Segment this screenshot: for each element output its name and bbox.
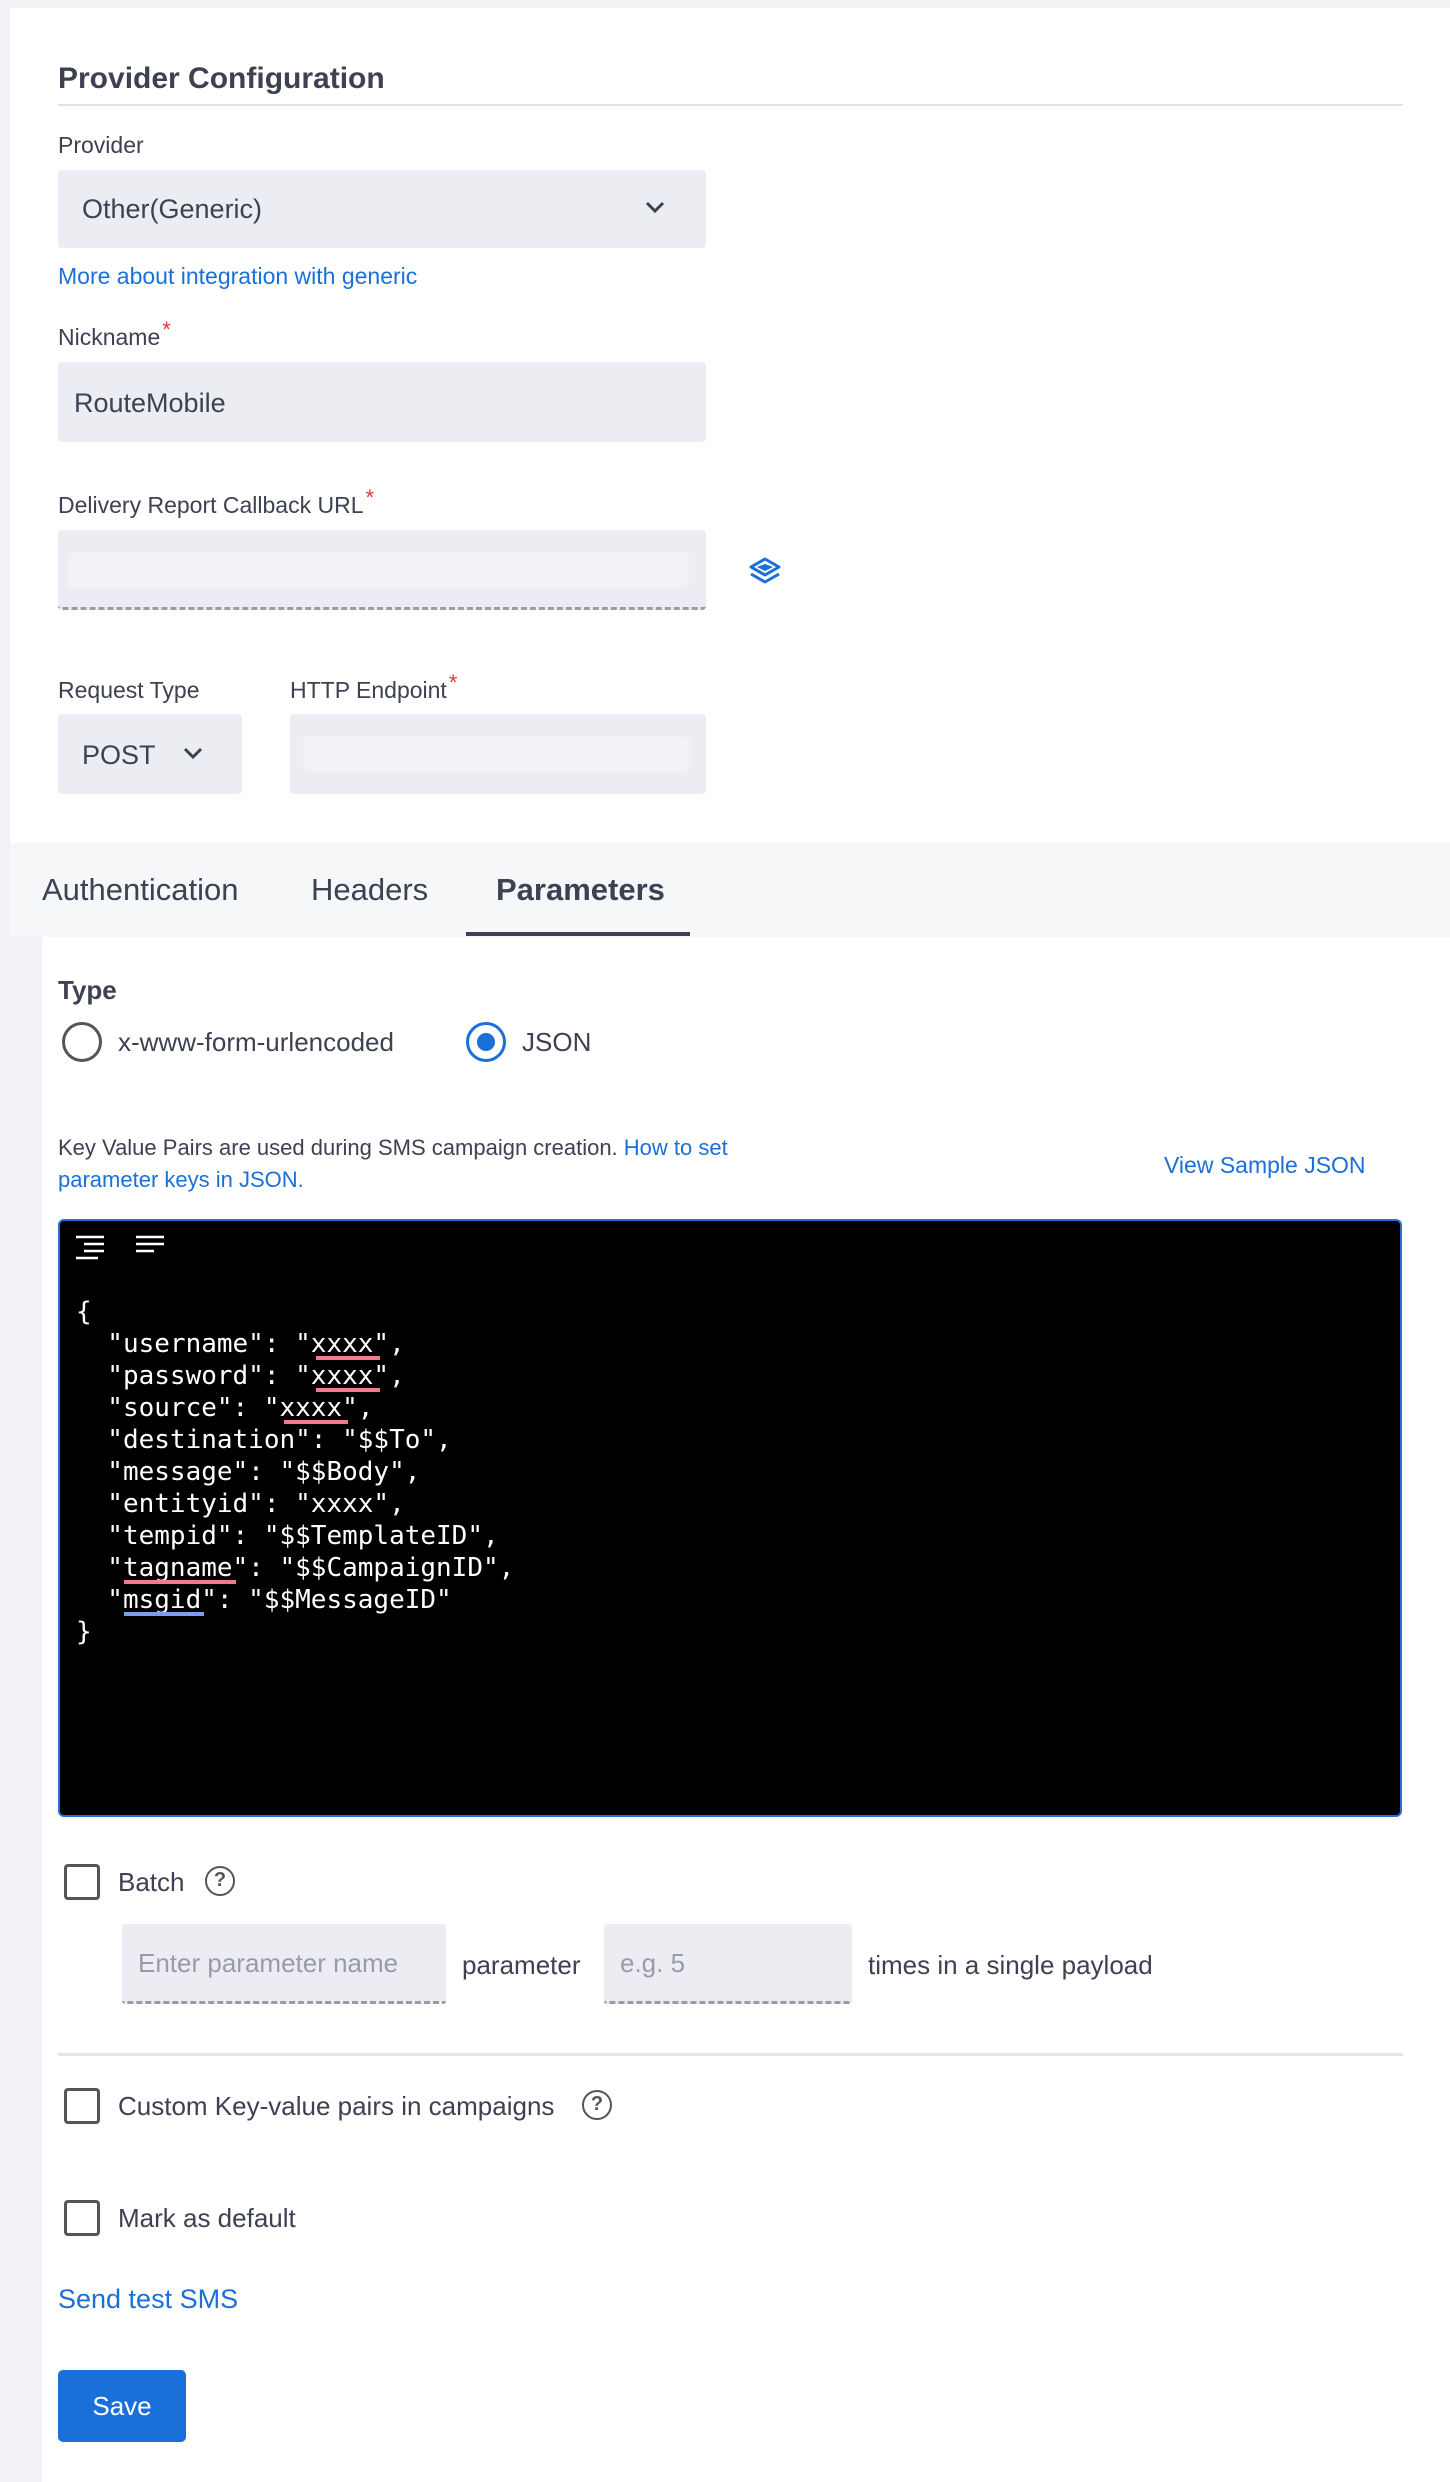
batch-suffix: times in a single payload: [868, 1950, 1153, 1980]
custom-kv-checkbox[interactable]: [64, 2088, 100, 2124]
provider-select[interactable]: Other(Generic): [58, 170, 706, 248]
batch-parameter-word: parameter: [462, 1950, 581, 1980]
view-sample-json-link[interactable]: View Sample JSON: [1164, 1152, 1366, 1179]
parameters-info: Key Value Pairs are used during SMS camp…: [58, 1132, 838, 1196]
code-line: "destination": "$$To",: [76, 1425, 452, 1455]
code-line: }: [76, 1617, 92, 1647]
batch-parameter-input[interactable]: Enter parameter name: [122, 1924, 446, 2004]
save-button[interactable]: Save: [58, 2370, 186, 2442]
redacted-value: [68, 552, 688, 588]
request-type-select[interactable]: POST: [58, 714, 242, 794]
request-type-value: POST: [82, 740, 156, 770]
custom-kv-label: Custom Key-value pairs in campaigns: [118, 2091, 555, 2121]
mark-default-checkbox[interactable]: [64, 2200, 100, 2236]
radio-json-label: JSON: [522, 1027, 592, 1057]
batch-checkbox[interactable]: [64, 1864, 100, 1900]
endpoint-label: HTTP Endpoint*: [290, 670, 458, 703]
section-divider: [58, 2053, 1403, 2056]
provider-label: Provider: [58, 132, 144, 158]
nickname-input[interactable]: RouteMobile: [58, 362, 706, 442]
chevron-down-icon: [183, 747, 203, 760]
how-to-set-link[interactable]: How to set: [624, 1135, 728, 1160]
chevron-down-icon: [645, 201, 665, 214]
batch-count-input[interactable]: e.g. 5: [604, 1924, 852, 2004]
request-type-label: Request Type: [58, 677, 200, 703]
code-line: "entityid": "xxxx",: [76, 1489, 405, 1519]
radio-form-urlencoded-label: x-www-form-urlencoded: [118, 1027, 394, 1057]
integration-link[interactable]: More about integration with generic: [58, 263, 417, 290]
type-label: Type: [58, 975, 117, 1005]
spellcheck-underline: [316, 1356, 380, 1360]
batch-help-icon[interactable]: ?: [205, 1866, 235, 1896]
callback-url-input[interactable]: [58, 530, 706, 610]
active-tab-indicator: [466, 932, 690, 936]
format-json-icon[interactable]: [74, 1234, 106, 1262]
code-line: "message": "$$Body",: [76, 1457, 421, 1487]
provider-select-value: Other(Generic): [82, 194, 263, 224]
nickname-label: Nickname*: [58, 317, 171, 350]
spellcheck-underline: [316, 1388, 380, 1392]
batch-label: Batch: [118, 1867, 185, 1897]
section-title: Provider Configuration: [58, 62, 385, 95]
spellcheck-underline: [284, 1420, 348, 1424]
code-line: {: [76, 1297, 92, 1327]
compact-json-icon[interactable]: [134, 1234, 166, 1258]
redacted-value: [304, 736, 690, 772]
grammar-underline: [124, 1612, 204, 1616]
radio-form-urlencoded[interactable]: [62, 1022, 102, 1062]
send-test-sms-link[interactable]: Send test SMS: [58, 2284, 238, 2315]
tab-parameters[interactable]: Parameters: [496, 872, 665, 908]
radio-selected-dot: [477, 1033, 495, 1051]
info-text: Key Value Pairs are used during SMS camp…: [58, 1135, 618, 1160]
mark-default-label: Mark as default: [118, 2203, 296, 2233]
nickname-input-value: RouteMobile: [74, 388, 226, 418]
tab-authentication[interactable]: Authentication: [42, 872, 238, 908]
radio-json[interactable]: [466, 1022, 506, 1062]
custom-kv-help-icon[interactable]: ?: [582, 2090, 612, 2120]
callback-url-label: Delivery Report Callback URL*: [58, 485, 375, 518]
copy-layers-icon[interactable]: [748, 556, 782, 588]
endpoint-input[interactable]: [290, 714, 706, 794]
spellcheck-underline: [124, 1580, 236, 1584]
parameter-keys-link[interactable]: parameter keys in JSON.: [58, 1167, 304, 1192]
section-divider: [58, 104, 1403, 106]
code-line: "tempid": "$$TemplateID",: [76, 1521, 499, 1551]
tab-headers[interactable]: Headers: [311, 872, 428, 908]
